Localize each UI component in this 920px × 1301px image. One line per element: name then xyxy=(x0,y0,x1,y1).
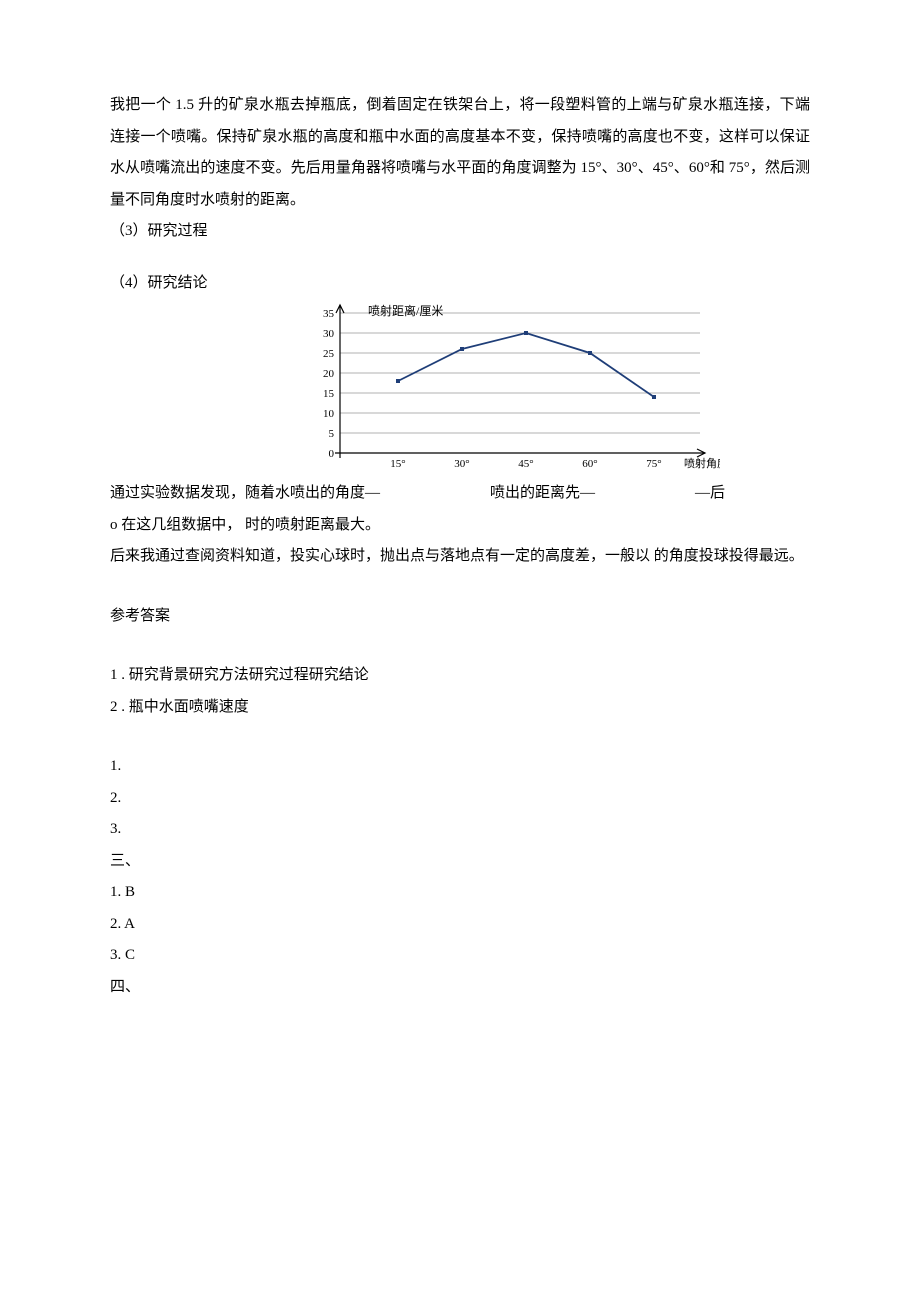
followup-paragraph: 后来我通过查阅资料知道，投实心球时，抛出点与落地点有一定的高度差，一般以 的角度… xyxy=(110,541,810,573)
xcat-15: 15° xyxy=(390,458,405,470)
ytick-25: 25 xyxy=(323,348,335,360)
finding-prefix: 通过实验数据发现，随着水喷出的角度— xyxy=(110,478,380,510)
blank-item-2: 2. xyxy=(110,783,810,815)
section-4-heading: （4）研究结论 xyxy=(110,268,810,300)
ytick-15: 15 xyxy=(323,388,335,400)
chart-xlabel: 喷射角度 xyxy=(684,456,720,470)
ytick-35: 35 xyxy=(323,308,335,320)
ytick-5: 5 xyxy=(329,428,335,440)
chart-series-line xyxy=(398,333,654,397)
section-3-heading: （3）研究过程 xyxy=(110,216,810,248)
finding-line-1: 通过实验数据发现，随着水喷出的角度— 喷出的距离先— —后 xyxy=(110,478,810,510)
ytick-0: 0 xyxy=(329,448,335,460)
spray-distance-chart: 0 5 10 15 20 25 30 35 喷射距离/厘米 15° 30° 45… xyxy=(300,303,720,478)
paragraph-intro: 我把一个 1.5 升的矿泉水瓶去掉瓶底，倒着固定在铁架台上，将一段塑料管的上端与… xyxy=(110,90,810,216)
xcat-75: 75° xyxy=(646,458,661,470)
finding-line-2: o 在这几组数据中， 时的喷射距离最大。 xyxy=(110,510,810,542)
xcat-30: 30° xyxy=(454,458,469,470)
section-three-item-3: 3. C xyxy=(110,940,810,972)
section-four-heading: 四、 xyxy=(110,972,810,1004)
section-three-heading: 三、 xyxy=(110,846,810,878)
chart-ylabel: 喷射距离/厘米 xyxy=(368,303,443,318)
page: 我把一个 1.5 升的矿泉水瓶去掉瓶底，倒着固定在铁架台上，将一段塑料管的上端与… xyxy=(0,0,920,1301)
ytick-10: 10 xyxy=(323,408,335,420)
finding-mid: 喷出的距离先— xyxy=(490,478,595,510)
blank-item-3: 3. xyxy=(110,814,810,846)
answers-heading: 参考答案 xyxy=(110,601,810,633)
ytick-30: 30 xyxy=(323,328,335,340)
blank-item-1: 1. xyxy=(110,751,810,783)
xcat-45: 45° xyxy=(518,458,533,470)
ytick-20: 20 xyxy=(323,368,335,380)
answer-2: 2 . 瓶中水面喷嘴速度 xyxy=(110,692,810,724)
xcat-60: 60° xyxy=(582,458,597,470)
section-three-item-2: 2. A xyxy=(110,909,810,941)
finding-suffix: —后 xyxy=(695,478,725,510)
chart-container: 0 5 10 15 20 25 30 35 喷射距离/厘米 15° 30° 45… xyxy=(300,303,810,478)
section-three-item-1: 1. B xyxy=(110,877,810,909)
answer-1: 1 . 研究背景研究方法研究过程研究结论 xyxy=(110,660,810,692)
